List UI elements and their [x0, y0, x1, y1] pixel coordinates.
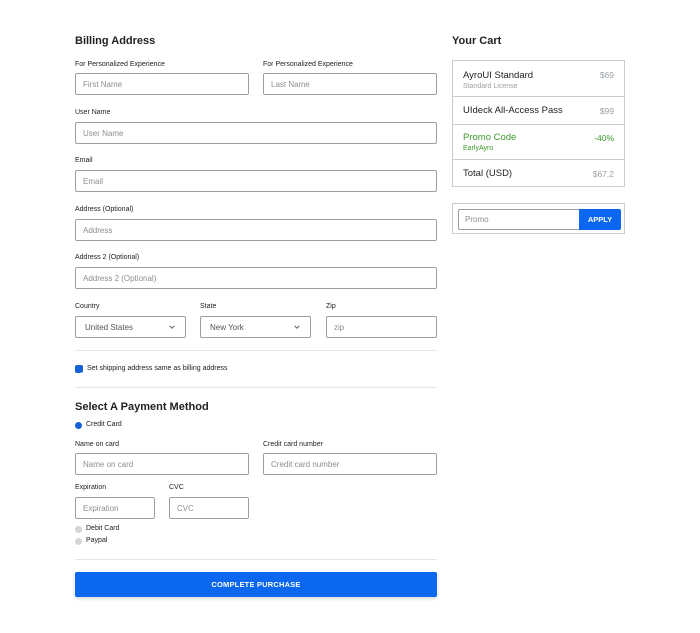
check-icon: [76, 372, 82, 377]
card-number-input[interactable]: [263, 453, 437, 475]
divider: [75, 387, 437, 388]
name-on-card-label: Name on card: [75, 441, 119, 448]
cvc-input[interactable]: [169, 497, 249, 519]
cart-item-name: UIdeck All-Access Pass: [463, 105, 563, 116]
promo-input[interactable]: [458, 209, 580, 230]
card-number-label: Credit card number: [263, 441, 323, 448]
state-label: State: [200, 303, 217, 310]
cart-item-sub: Standard License: [463, 83, 518, 90]
name-on-card-input[interactable]: [75, 453, 249, 475]
apply-button[interactable]: APPLY: [579, 209, 621, 230]
cart-total-row: Total (USD) $67.2: [453, 160, 624, 186]
expiration-label: Expiration: [75, 484, 107, 491]
country-value: United States: [85, 322, 134, 332]
cart-item: AyroUI Standard Standard License $69: [453, 61, 624, 97]
divider: [75, 559, 437, 560]
billing-title: Billing Address: [75, 35, 156, 47]
email-input[interactable]: [75, 170, 437, 192]
address2-label: Address 2 (Optional): [75, 254, 140, 261]
zip-label: Zip: [326, 303, 336, 310]
complete-purchase-button[interactable]: COMPLETE PURCHASE: [75, 572, 437, 597]
payment-title: Select A Payment Method: [75, 401, 209, 413]
total-price: $67.2: [592, 169, 614, 179]
state-select[interactable]: New York: [200, 316, 311, 338]
debit-card-radio[interactable]: [75, 526, 82, 533]
cart-item-name: AyroUI Standard: [463, 70, 534, 81]
expiration-input[interactable]: [75, 497, 155, 519]
state-value: New York: [210, 322, 244, 332]
cart-item-price: $69: [599, 70, 614, 80]
zip-input[interactable]: [326, 316, 437, 338]
credit-card-radio[interactable]: [75, 422, 82, 429]
cart-summary: AyroUI Standard Standard License $69 UId…: [452, 60, 625, 187]
cart-title: Your Cart: [452, 35, 502, 47]
email-label: Email: [75, 157, 93, 164]
address2-input[interactable]: [75, 267, 437, 289]
address-input[interactable]: [75, 219, 437, 241]
username-input[interactable]: [75, 122, 437, 144]
promo-code-value: EarlyAyro: [463, 145, 494, 152]
total-label: Total (USD): [463, 168, 513, 179]
first-name-label: For Personalized Experience: [75, 61, 165, 68]
credit-card-label: Credit Card: [86, 421, 122, 428]
cart-promo-row: Promo Code EarlyAyro -40%: [453, 125, 624, 160]
cvc-label: CVC: [169, 484, 184, 491]
country-label: Country: [75, 303, 100, 310]
chevron-down-icon: [169, 325, 175, 329]
paypal-label: Paypal: [86, 537, 108, 544]
debit-card-label: Debit Card: [86, 525, 120, 532]
last-name-input[interactable]: [263, 73, 437, 95]
divider: [75, 350, 437, 351]
chevron-down-icon: [294, 325, 300, 329]
last-name-label: For Personalized Experience: [263, 61, 353, 68]
promo-discount: -40%: [594, 133, 614, 143]
paypal-radio[interactable]: [75, 538, 82, 545]
first-name-input[interactable]: [75, 73, 249, 95]
country-select[interactable]: United States: [75, 316, 186, 338]
cart-item-price: $99: [599, 106, 614, 116]
cart-item: UIdeck All-Access Pass $99: [453, 97, 624, 125]
username-label: User Name: [75, 109, 111, 116]
same-shipping-checkbox[interactable]: [75, 365, 83, 377]
same-shipping-label: Set shipping address same as billing add…: [87, 365, 228, 372]
address-label: Address (Optional): [75, 206, 134, 213]
promo-form: APPLY: [452, 203, 625, 234]
promo-code-name: Promo Code: [463, 132, 517, 143]
